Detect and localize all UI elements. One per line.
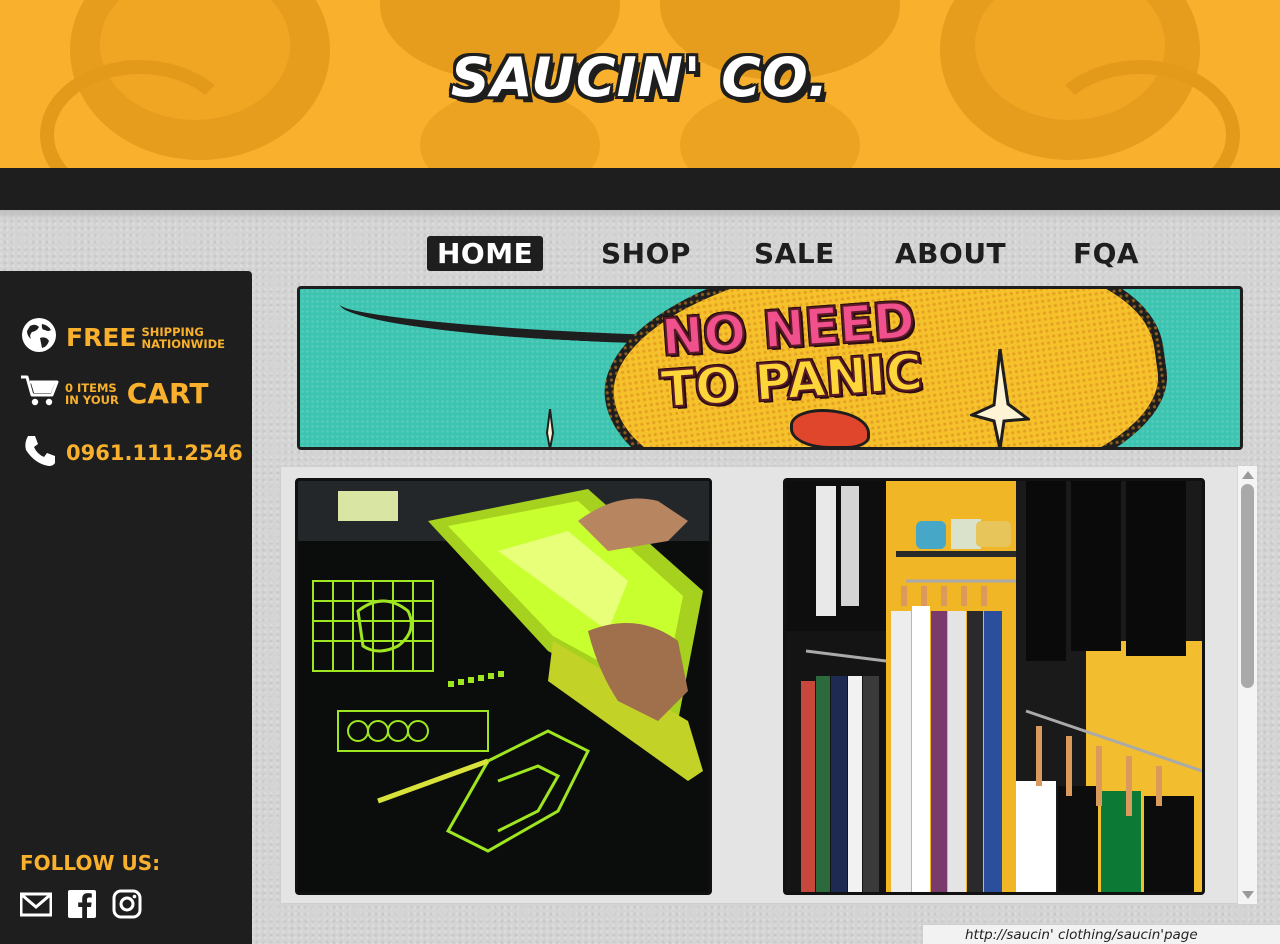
mail-icon[interactable]: [19, 889, 53, 919]
cart-in-your-line: IN YOUR: [65, 392, 119, 407]
nav-home[interactable]: HOME: [427, 236, 544, 271]
follow-us-label: FOLLOW US:: [20, 851, 161, 875]
free-shipping-info: FREE SHIPPING NATIONWIDE: [20, 316, 225, 359]
cart-summary[interactable]: 0 ITEMS IN YOUR CART: [20, 374, 208, 413]
nav-sale[interactable]: SALE: [754, 236, 835, 271]
cart-count-text: 0 ITEMS IN YOUR: [65, 382, 119, 406]
free-label: FREE: [66, 323, 137, 352]
banner-headline: NO NEED TO PANIC: [627, 290, 953, 420]
instagram-icon[interactable]: [112, 889, 142, 919]
scroll-up-arrow-icon[interactable]: [1242, 471, 1254, 479]
cart-label[interactable]: CART: [127, 377, 209, 410]
sidebar: FREE SHIPPING NATIONWIDE 0 ITEMS IN YOUR…: [0, 271, 252, 944]
cart-icon[interactable]: [20, 374, 60, 413]
nav-fqa[interactable]: FQA: [1073, 236, 1139, 271]
facebook-icon[interactable]: [67, 889, 97, 919]
spark-icon: [545, 409, 555, 447]
site-logo[interactable]: SAUCIN' CO.: [0, 46, 1280, 109]
nationwide-line: NATIONWIDE: [141, 336, 226, 351]
scroll-thumb[interactable]: [1241, 484, 1254, 688]
phone-number[interactable]: 0961.111.2546: [66, 441, 243, 465]
header-banner: SAUCIN' CO.: [0, 0, 1280, 168]
scroll-down-arrow-icon[interactable]: [1242, 891, 1254, 899]
phone-icon: [20, 432, 56, 473]
promo-banner[interactable]: NO NEED TO PANIC: [297, 286, 1243, 450]
nav-about[interactable]: ABOUT: [895, 236, 1006, 271]
globe-icon: [20, 316, 60, 359]
shipping-line: SHIPPING: [141, 324, 204, 339]
phone-contact[interactable]: 0961.111.2546: [20, 432, 243, 473]
cart-items-line: 0 ITEMS: [65, 380, 117, 395]
status-url: http://saucin' clothing/saucin'page: [922, 924, 1280, 944]
header-divider-bar: [0, 168, 1280, 210]
nav-shop[interactable]: SHOP: [601, 236, 691, 271]
header-shadow: [0, 210, 1280, 220]
lightning-spark-icon: [970, 349, 1030, 447]
store-rack-photo[interactable]: [783, 478, 1205, 895]
gallery-scrollbar[interactable]: [1237, 466, 1257, 904]
shipping-subtext: SHIPPING NATIONWIDE: [141, 326, 225, 350]
screen-printing-photo[interactable]: [295, 478, 712, 895]
main-nav: HOME SHOP SALE ABOUT FQA: [0, 236, 1280, 272]
